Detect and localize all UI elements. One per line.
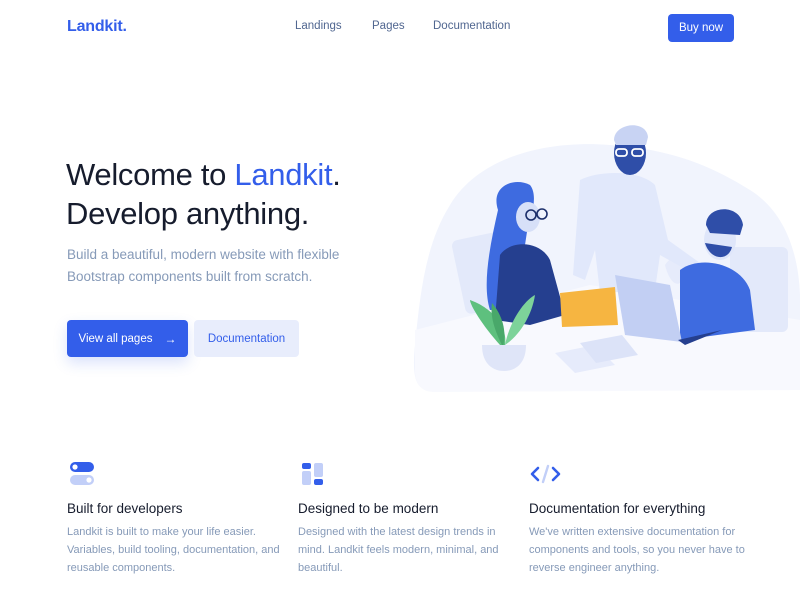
illustration-standing-man-hair: [614, 125, 648, 145]
hero-lead: Build a beautiful, modern website with f…: [67, 247, 340, 284]
nav-link-pages[interactable]: Pages: [372, 20, 405, 32]
arrow-right-icon: →: [164, 331, 177, 346]
view-all-pages-button[interactable]: View all pages →: [67, 320, 188, 357]
feature-card: Built for developers Landkit is built to…: [67, 460, 287, 577]
illustration-folder: [560, 287, 618, 327]
toggle-icon: [67, 460, 97, 488]
code-icon: [529, 460, 561, 488]
feature-title: Documentation for everything: [529, 501, 706, 516]
hero-title: Welcome to Landkit. Develop anything.: [66, 155, 341, 233]
feature-text: Designed with the latest design trends i…: [298, 526, 499, 574]
feature-text: We've written extensive documentation fo…: [529, 526, 745, 574]
brand-logo[interactable]: Landkit.: [67, 18, 127, 36]
layout-icon: [298, 460, 328, 488]
navbar: Landkit. Landings Pages Documentation Bu…: [0, 0, 800, 56]
hero-illustration: [413, 125, 800, 392]
hero-title-suffix: .: [332, 157, 341, 192]
feature-title: Designed to be modern: [298, 501, 439, 516]
hero-title-line2: Develop anything.: [66, 196, 310, 231]
feature-card: Designed to be modern Designed with the …: [298, 460, 518, 577]
feature-card: Documentation for everything We've writt…: [529, 460, 749, 577]
hero-title-accent: Landkit: [234, 157, 333, 192]
feature-title: Built for developers: [67, 501, 183, 516]
buy-now-button[interactable]: Buy now: [668, 14, 734, 42]
view-all-pages-label: View all pages: [78, 332, 153, 345]
nav-link-landings[interactable]: Landings: [295, 20, 342, 32]
documentation-button[interactable]: Documentation: [194, 320, 299, 357]
hero-title-prefix: Welcome to: [66, 157, 235, 192]
feature-text: Landkit is built to make your life easie…: [67, 526, 280, 574]
nav-link-documentation[interactable]: Documentation: [433, 20, 510, 32]
